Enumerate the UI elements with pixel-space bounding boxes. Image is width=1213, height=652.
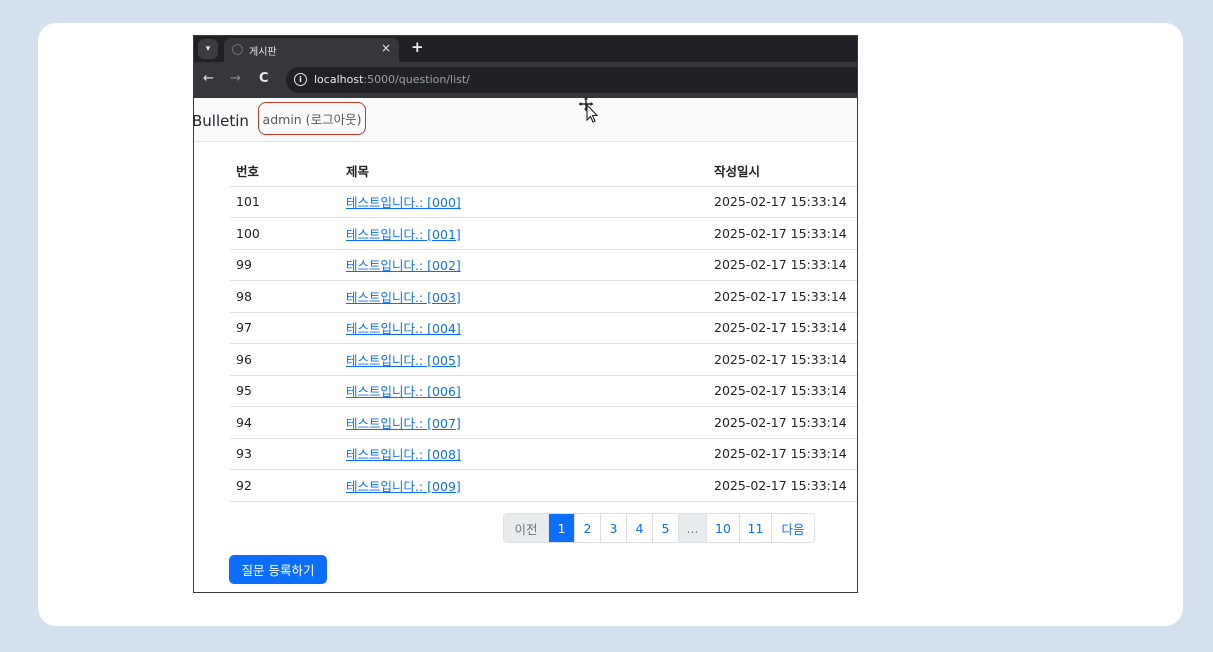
globe-icon: [232, 44, 243, 55]
browser-window: ▾ 게시판 × + ← → C i localhost:5000/questio…: [193, 35, 858, 593]
url-path: :5000/question/list/: [363, 73, 470, 86]
question-table-wrapper: 번호 제목 작성일시 101 테스트입니다.: [000] 2025-02-17 1…: [230, 156, 857, 502]
row-date: 2025-02-17 15:33:14: [708, 217, 857, 250]
row-title-cell: 테스트입니다.: [009]: [340, 469, 708, 502]
logout-link[interactable]: admin (로그아웃): [258, 102, 366, 135]
table-row: 97 테스트입니다.: [004] 2025-02-17 15:33:14: [230, 312, 857, 344]
row-title-cell: 테스트입니다.: [006]: [340, 375, 708, 407]
row-title-cell: 테스트입니다.: [008]: [340, 438, 708, 470]
table-body: 101 테스트입니다.: [000] 2025-02-17 15:33:14 100 테…: [230, 186, 857, 502]
row-date: 2025-02-17 15:33:14: [708, 438, 857, 470]
question-title-link[interactable]: 테스트입니다.: [003]: [346, 290, 461, 305]
row-date: 2025-02-17 15:33:14: [708, 312, 857, 344]
table-row: 99 테스트입니다.: [002] 2025-02-17 15:33:14: [230, 249, 857, 281]
page-5-button[interactable]: 5: [652, 514, 678, 542]
page-11-button[interactable]: 11: [739, 514, 771, 542]
back-arrow-icon[interactable]: ←: [203, 71, 214, 86]
tab-close-button[interactable]: ×: [381, 41, 391, 55]
row-number: 96: [230, 343, 340, 376]
header-title: 제목: [340, 156, 708, 187]
table-row: 94 테스트입니다.: [007] 2025-02-17 15:33:14: [230, 406, 857, 439]
question-title-link[interactable]: 테스트입니다.: [001]: [346, 227, 461, 242]
table-row: 95 테스트입니다.: [006] 2025-02-17 15:33:14: [230, 375, 857, 407]
row-date: 2025-02-17 15:33:14: [708, 469, 857, 502]
row-date: 2025-02-17 15:33:14: [708, 186, 857, 218]
row-title-cell: 테스트입니다.: [000]: [340, 186, 708, 218]
question-table: 번호 제목 작성일시 101 테스트입니다.: [000] 2025-02-17 1…: [230, 156, 857, 502]
brand-link[interactable]: Bulletin: [194, 112, 249, 130]
pagination-ellipsis: ...: [678, 514, 706, 542]
question-title-link[interactable]: 테스트입니다.: [005]: [346, 353, 461, 368]
row-date: 2025-02-17 15:33:14: [708, 249, 857, 281]
browser-tab[interactable]: 게시판 ×: [224, 38, 399, 62]
row-number: 97: [230, 312, 340, 344]
question-title-link[interactable]: 테스트입니다.: [008]: [346, 447, 461, 462]
table-row: 101 테스트입니다.: [000] 2025-02-17 15:33:14: [230, 186, 857, 218]
page-1-button[interactable]: 1: [548, 514, 574, 542]
prev-page-button[interactable]: 이전: [504, 514, 548, 542]
row-number: 101: [230, 186, 340, 218]
table-row: 96 테스트입니다.: [005] 2025-02-17 15:33:14: [230, 343, 857, 376]
url-host: localhost: [314, 73, 364, 86]
table-row: 92 테스트입니다.: [009] 2025-02-17 15:33:14: [230, 469, 857, 502]
row-title-cell: 테스트입니다.: [001]: [340, 217, 708, 250]
table-header-row: 번호 제목 작성일시: [230, 156, 857, 187]
row-date: 2025-02-17 15:33:14: [708, 375, 857, 407]
row-number: 98: [230, 280, 340, 313]
site-navbar: Bulletin admin (로그아웃): [194, 98, 857, 142]
next-page-button[interactable]: 다음: [771, 514, 814, 542]
url-text: localhost:5000/question/list/: [314, 73, 470, 86]
header-number: 번호: [230, 156, 340, 187]
reload-icon[interactable]: C: [259, 71, 269, 86]
question-title-link[interactable]: 테스트입니다.: [004]: [346, 321, 461, 336]
browser-toolbar: ← → C i localhost:5000/question/list/: [194, 62, 857, 98]
forward-arrow-icon[interactable]: →: [230, 71, 241, 86]
row-number: 93: [230, 438, 340, 470]
question-title-link[interactable]: 테스트입니다.: [002]: [346, 258, 461, 273]
row-title-cell: 테스트입니다.: [002]: [340, 249, 708, 281]
question-title-link[interactable]: 테스트입니다.: [006]: [346, 384, 461, 399]
table-row: 100 테스트입니다.: [001] 2025-02-17 15:33:14: [230, 217, 857, 250]
row-title-cell: 테스트입니다.: [004]: [340, 312, 708, 344]
question-title-link[interactable]: 테스트입니다.: [000]: [346, 195, 461, 210]
row-number: 94: [230, 406, 340, 439]
question-title-link[interactable]: 테스트입니다.: [007]: [346, 416, 461, 431]
move-cursor-icon: [578, 96, 599, 123]
row-title-cell: 테스트입니다.: [003]: [340, 280, 708, 313]
question-title-link[interactable]: 테스트입니다.: [009]: [346, 479, 461, 494]
row-date: 2025-02-17 15:33:14: [708, 280, 857, 313]
row-number: 99: [230, 249, 340, 281]
register-question-button[interactable]: 질문 등록하기: [229, 555, 327, 584]
table-row: 98 테스트입니다.: [003] 2025-02-17 15:33:14: [230, 280, 857, 313]
page-2-button[interactable]: 2: [574, 514, 600, 542]
tab-bar: ▾ 게시판 × +: [194, 36, 857, 62]
tab-search-button[interactable]: ▾: [198, 39, 218, 59]
tab-title: 게시판: [249, 47, 277, 58]
row-date: 2025-02-17 15:33:14: [708, 406, 857, 439]
address-bar[interactable]: i localhost:5000/question/list/: [286, 67, 857, 93]
table-row: 93 테스트입니다.: [008] 2025-02-17 15:33:14: [230, 438, 857, 470]
row-number: 95: [230, 375, 340, 407]
page-10-button[interactable]: 10: [706, 514, 739, 542]
pagination: 이전 1 2 3 4 5 ... 10 11 다음: [503, 513, 815, 543]
row-number: 100: [230, 217, 340, 250]
header-date: 작성일시: [708, 156, 857, 187]
row-title-cell: 테스트입니다.: [007]: [340, 406, 708, 439]
page-4-button[interactable]: 4: [626, 514, 652, 542]
row-date: 2025-02-17 15:33:14: [708, 343, 857, 376]
new-tab-button[interactable]: +: [411, 38, 424, 56]
site-info-icon[interactable]: i: [294, 73, 307, 86]
page-3-button[interactable]: 3: [600, 514, 626, 542]
row-title-cell: 테스트입니다.: [005]: [340, 343, 708, 376]
row-number: 92: [230, 469, 340, 502]
